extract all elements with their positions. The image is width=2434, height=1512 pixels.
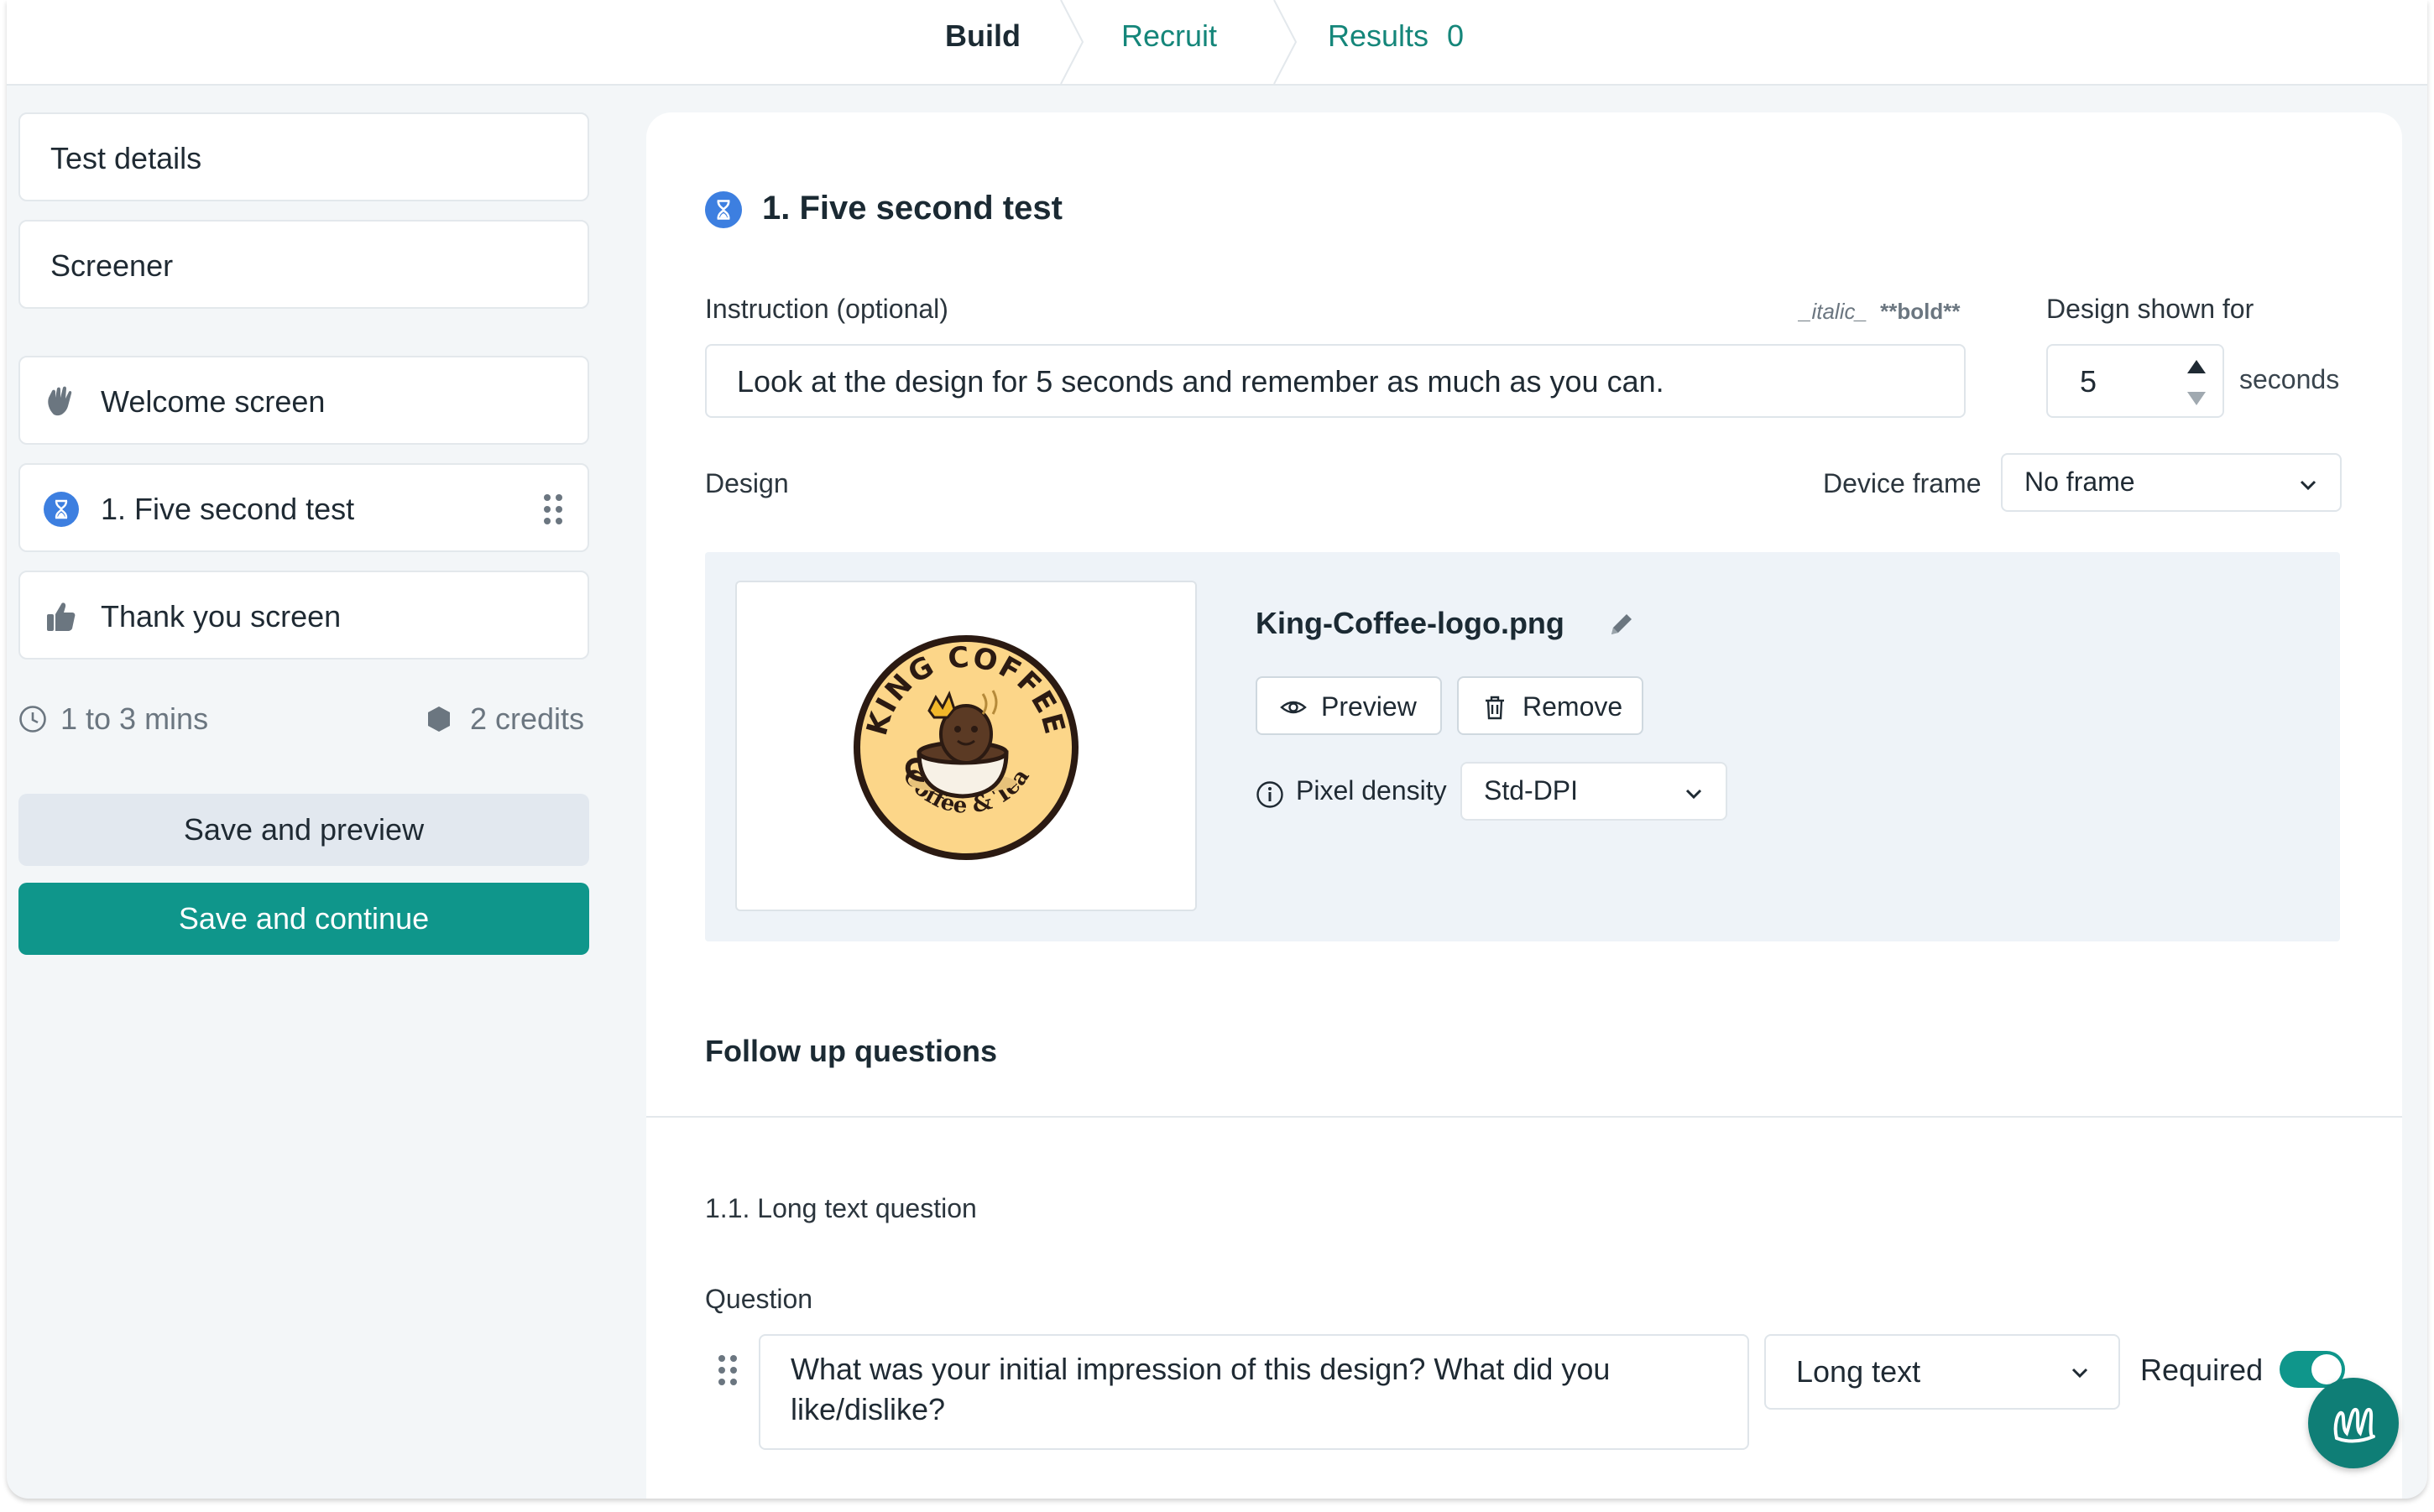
chevron-down-icon bbox=[1682, 782, 1705, 806]
info-icon[interactable] bbox=[1256, 780, 1284, 809]
pixel-density-select[interactable]: Std-DPI bbox=[1460, 762, 1727, 821]
top-tabs-bar: Build Recruit Results 0 bbox=[7, 0, 2427, 86]
tab-results-label: Results bbox=[1328, 18, 1429, 53]
section-divider bbox=[646, 1116, 2402, 1118]
waving-hand-icon bbox=[44, 384, 79, 420]
follow-up-questions-title: Follow up questions bbox=[705, 1034, 997, 1068]
sidebar-item-thank-you-screen[interactable]: Thank you screen bbox=[18, 571, 589, 660]
hourglass-icon bbox=[705, 191, 742, 228]
thumbs-up-icon bbox=[44, 599, 79, 634]
seconds-stepper[interactable]: 5 bbox=[2046, 344, 2224, 418]
preview-button[interactable]: Preview bbox=[1256, 676, 1442, 735]
king-coffee-logo: KING COFFEE Coffee & Tea bbox=[854, 635, 1079, 860]
duration-estimate: 1 to 3 mins bbox=[60, 701, 209, 736]
sidebar-item-test-details[interactable]: Test details bbox=[18, 112, 589, 201]
sidebar-item-label: Screener bbox=[50, 248, 174, 283]
tab-separator bbox=[1059, 0, 1084, 85]
save-and-preview-button[interactable]: Save and preview bbox=[18, 794, 589, 866]
sidebar-item-five-second-test[interactable]: 1. Five second test bbox=[18, 463, 589, 552]
hourglass-icon bbox=[44, 492, 79, 527]
italic-hint: _italic_ bbox=[1799, 299, 1867, 324]
sidebar-item-label: Thank you screen bbox=[101, 599, 342, 633]
pixel-density-label: Pixel density bbox=[1296, 775, 1447, 806]
question-type-select[interactable]: Long text bbox=[1764, 1334, 2120, 1410]
tab-recruit[interactable]: Recruit bbox=[1121, 18, 1217, 54]
design-shown-for-label: Design shown for bbox=[2046, 294, 2254, 324]
credits-icon bbox=[425, 705, 453, 733]
instruction-input-value: Look at the design for 5 seconds and rem… bbox=[737, 364, 1664, 399]
clock-icon bbox=[18, 705, 47, 733]
sidebar-item-welcome-screen[interactable]: Welcome screen bbox=[18, 356, 589, 445]
sidebar-item-label: Test details bbox=[50, 141, 202, 175]
chevron-down-icon bbox=[2296, 473, 2320, 497]
format-hint: _italic_ **bold** bbox=[1799, 299, 1961, 325]
device-frame-select[interactable]: No frame bbox=[2001, 453, 2342, 512]
remove-button[interactable]: Remove bbox=[1457, 676, 1643, 735]
pixel-density-value: Std-DPI bbox=[1484, 775, 1579, 806]
app-window: Build Recruit Results 0 Test details Scre… bbox=[7, 0, 2427, 1499]
test-editor-panel: 1. Five second test Instruction (optiona… bbox=[646, 112, 2402, 1499]
sidebar-item-label: Welcome screen bbox=[101, 384, 326, 419]
edit-pencil-icon[interactable] bbox=[1606, 609, 1637, 639]
drag-handle-icon[interactable] bbox=[542, 493, 564, 525]
question-input-value: What was your initial impression of this… bbox=[791, 1352, 1611, 1426]
credits-count: 2 credits bbox=[470, 701, 585, 736]
instruction-input[interactable]: Look at the design for 5 seconds and rem… bbox=[705, 344, 1966, 418]
question-number-label: 1.1. Long text question bbox=[705, 1193, 977, 1223]
device-frame-value: No frame bbox=[2024, 467, 2135, 497]
instruction-label: Instruction (optional) bbox=[705, 294, 948, 324]
eye-icon bbox=[1279, 693, 1308, 722]
preview-button-label: Preview bbox=[1321, 691, 1417, 722]
bold-hint: **bold** bbox=[1880, 299, 1961, 324]
required-label: Required bbox=[2140, 1353, 2264, 1387]
device-frame-label: Device frame bbox=[1823, 468, 1982, 498]
design-upload-area: KING COFFEE Coffee & Tea King-Coffee-log… bbox=[705, 552, 2340, 941]
tab-results[interactable]: Results 0 bbox=[1328, 18, 1464, 54]
question-type-value: Long text bbox=[1796, 1354, 1921, 1389]
design-thumbnail[interactable]: KING COFFEE Coffee & Tea bbox=[735, 581, 1197, 911]
results-count: 0 bbox=[1447, 18, 1465, 53]
tab-build[interactable]: Build bbox=[945, 18, 1021, 54]
sidebar-item-screener[interactable]: Screener bbox=[18, 220, 589, 309]
chevron-down-icon bbox=[2068, 1361, 2092, 1384]
seconds-value: 5 bbox=[2080, 364, 2097, 399]
sidebar-item-label: 1. Five second test bbox=[101, 492, 355, 526]
question-input[interactable]: What was your initial impression of this… bbox=[759, 1334, 1749, 1450]
design-file-name: King-Coffee-logo.png bbox=[1256, 606, 1564, 640]
save-and-continue-button[interactable]: Save and continue bbox=[18, 883, 589, 955]
chat-logo-icon bbox=[2333, 1408, 2375, 1443]
remove-button-label: Remove bbox=[1523, 691, 1623, 722]
design-label: Design bbox=[705, 468, 789, 498]
decrement-arrow-icon[interactable] bbox=[2186, 389, 2207, 408]
block-title: 1. Five second test bbox=[762, 190, 1063, 227]
seconds-unit: seconds bbox=[2239, 364, 2340, 394]
help-chat-button[interactable] bbox=[2308, 1378, 2399, 1468]
tab-separator bbox=[1272, 0, 1298, 85]
trash-icon bbox=[1481, 693, 1509, 722]
question-label: Question bbox=[705, 1284, 813, 1314]
increment-arrow-icon[interactable] bbox=[2186, 357, 2207, 376]
drag-handle-icon[interactable] bbox=[717, 1354, 739, 1386]
